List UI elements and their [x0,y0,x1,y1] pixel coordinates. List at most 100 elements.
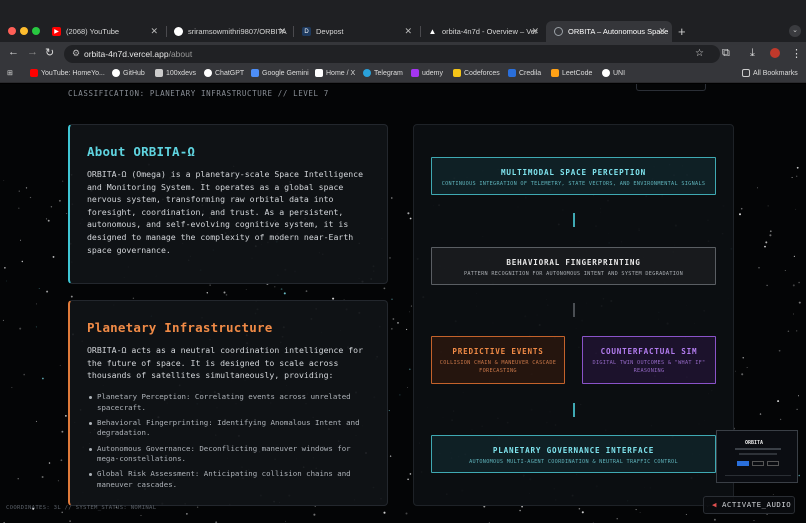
star-dot [19,327,22,330]
star-dot [635,509,637,511]
close-window-button[interactable] [8,27,16,35]
reload-icon[interactable]: ↻ [45,46,54,59]
node-subtitle: DIGITAL TWIN OUTCOMES & "WHAT IF" REASON… [592,360,706,374]
star-dot [35,326,37,328]
bookmark-item[interactable]: Codeforces [453,69,500,77]
star-dot [739,213,741,216]
star-dot [758,267,760,269]
github-icon [112,69,120,77]
back-arrow-icon[interactable]: ← [8,46,19,58]
tab-title: sriramsowmithri9807/ORBITA [188,27,287,36]
devpost-icon: D [302,27,311,36]
governance-node: PLANETARY GOVERNANCE INTERFACE AUTONOMOU… [431,435,716,473]
browser-tab-bar: ▶ (2068) YouTube ✕ sriramsowmithri9807/O… [0,0,806,42]
infrastructure-body: ORBITA-Ω acts as a neutral coordination … [87,345,364,381]
star-dot [21,260,24,263]
apps-grid-icon[interactable]: ⊞ [7,69,13,77]
close-tab-icon[interactable]: ✕ [531,26,539,37]
browser-tab[interactable]: ▶ (2068) YouTube ✕ [44,21,164,42]
star-dot [519,509,521,512]
extensions-icon[interactable]: ⧉ [722,47,730,60]
star-dot [757,187,758,189]
star-dot [767,205,769,207]
star-dot [787,330,790,332]
star-dot [778,349,781,352]
close-tab-icon[interactable]: ✕ [278,26,286,37]
new-tab-button[interactable]: + [678,24,686,39]
star-dot [45,218,48,220]
node-subtitle: PATTERN RECOGNITION FOR AUTONOMOUS INTEN… [463,271,684,277]
infrastructure-title: Planetary Infrastructure [87,320,273,335]
star-dot [65,415,67,417]
star-dot [798,301,801,304]
star-dot [57,480,59,482]
star-dot [410,305,412,307]
bookmark-item[interactable]: GitHub [112,69,145,77]
node-title: BEHAVIORAL FINGERPRINTING [506,258,641,267]
star-dot [388,410,390,412]
star-dot [769,234,772,237]
bookmark-item[interactable]: Home / X [315,69,355,77]
node-subtitle: AUTONOMOUS MULTI-AGENT COORDINATION & NE… [469,459,678,465]
x-icon [315,69,323,77]
browser-tab[interactable]: D Devpost ✕ [294,21,418,42]
star-dot [759,413,762,415]
browser-tab[interactable]: sriramsowmithri9807/ORBITA ✕ [166,21,292,42]
bookmark-item[interactable]: LeetCode [551,69,592,77]
page-viewport[interactable]: CLASSIFICATION: PLANETARY INFRASTRUCTURE… [0,84,806,523]
star-dot [285,520,286,522]
credila-icon [508,69,516,77]
star-dot [397,322,399,324]
star-dot [766,284,768,287]
fingerprinting-node: BEHAVIORAL FINGERPRINTING PATTERN RECOGN… [431,247,716,285]
star-dot [52,255,55,258]
bookmark-item[interactable]: Credila [508,69,541,77]
star-dot [36,303,38,305]
star-dot [796,408,798,411]
star-dot [140,515,142,517]
activate-audio-button[interactable]: ◀ ACTIVATE_AUDIO [703,496,795,514]
star-dot [17,478,19,480]
maximize-window-button[interactable] [32,27,40,35]
bookmark-item[interactable]: Google Gemini [251,69,309,77]
star-dot [408,368,411,371]
star-dot [225,294,228,296]
close-tab-icon[interactable]: ✕ [658,26,666,37]
bookmark-item[interactable]: YouTube: HomeYo... [30,69,105,77]
menu-kebab-icon[interactable]: ⋮ [791,47,802,60]
all-bookmarks-button[interactable]: All Bookmarks [742,69,798,77]
bookmark-item[interactable]: 100xdevs [155,69,196,77]
minimize-window-button[interactable] [20,27,28,35]
star-dot [405,512,408,515]
browser-tab-active[interactable]: ORBITA – Autonomous Space ✕ [546,21,672,42]
tab-search-button[interactable]: ⌄ [789,25,801,37]
browser-tab[interactable]: ▲ orbita-4n7d - Overview – Ver ✕ [420,21,545,42]
bookmark-star-icon[interactable]: ☆ [695,48,704,59]
close-tab-icon[interactable]: ✕ [150,26,158,37]
star-dot [764,245,766,248]
bookmark-item[interactable]: udemy [411,69,443,77]
list-item: Planetary Perception: Correlating events… [89,392,369,413]
node-subtitle: CONTINUOUS INTEGRATION OF TELEMETRY, STA… [441,181,706,187]
bookmark-item[interactable]: Telegram [363,69,403,77]
star-dot [209,284,211,286]
uni-icon [602,69,610,77]
bookmark-item[interactable]: UNI [602,69,625,77]
bookmark-item[interactable]: ChatGPT [204,69,244,77]
star-dot [769,230,772,233]
profile-avatar[interactable] [770,48,780,58]
star-dot [41,476,44,478]
download-icon[interactable]: ⤓ [750,47,755,60]
close-tab-icon[interactable]: ✕ [404,26,412,37]
star-dot [407,478,409,481]
star-dot [18,190,20,192]
star-dot [206,292,208,294]
star-dot [796,330,798,332]
forward-arrow-icon[interactable]: → [27,46,38,58]
address-bar[interactable]: ⚙ orbita-4n7d.vercel.app/about ☆ [64,45,720,63]
site-info-icon[interactable]: ⚙ [72,48,80,59]
star-dot [42,377,44,380]
star-dot [280,288,283,290]
minimap-preview[interactable]: ORBITA [716,430,798,483]
folder-icon [742,69,750,77]
